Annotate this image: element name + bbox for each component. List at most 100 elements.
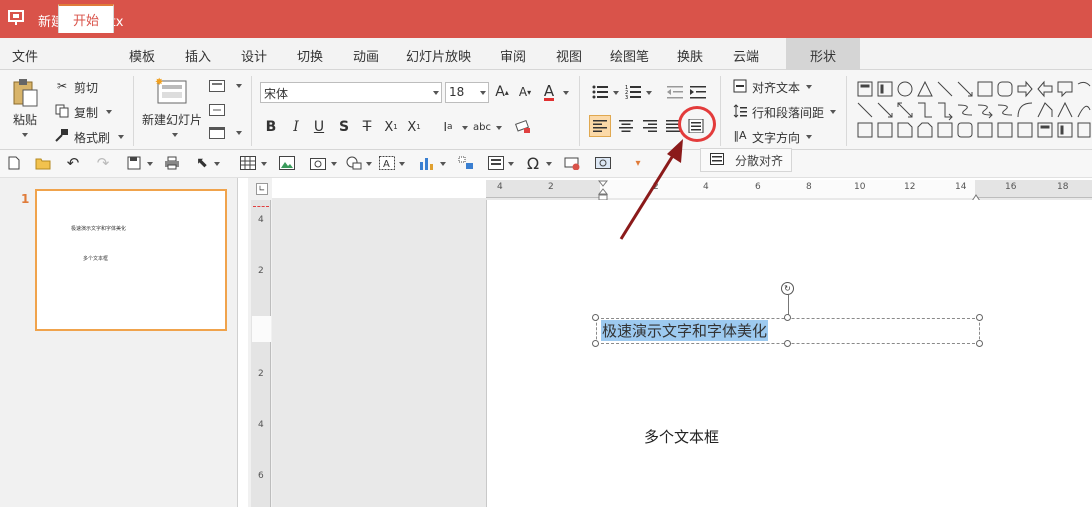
font-color-icon[interactable]: A <box>540 83 558 101</box>
line-spacing-icon[interactable] <box>732 103 748 119</box>
align-text-icon[interactable] <box>732 78 748 94</box>
slide-canvas[interactable] <box>486 200 1092 507</box>
bullet-list-icon[interactable] <box>592 84 608 100</box>
character-spacing-caret[interactable] <box>496 126 502 130</box>
shadow-icon[interactable]: S <box>337 119 351 135</box>
section-caret[interactable] <box>236 131 242 135</box>
textbox-caret[interactable] <box>399 162 405 166</box>
format-painter-caret[interactable] <box>118 135 124 139</box>
resize-handle[interactable] <box>784 314 791 321</box>
reading-view-icon[interactable] <box>594 155 612 171</box>
save-icon[interactable] <box>125 155 143 171</box>
shapes-gallery[interactable] <box>856 80 1092 142</box>
new-file-icon[interactable] <box>6 155 22 171</box>
save-caret[interactable] <box>147 162 153 166</box>
font-name-select[interactable]: 宋体 <box>260 82 442 103</box>
paste-dropdown-caret[interactable] <box>22 133 28 137</box>
decrease-font-icon[interactable]: A ▾ <box>517 84 533 100</box>
tab-review[interactable]: 审阅 <box>500 46 526 65</box>
align-left-icon[interactable] <box>589 115 611 137</box>
increase-indent-icon[interactable] <box>690 84 706 100</box>
insert-shape-icon[interactable] <box>345 155 363 171</box>
screenshot-caret[interactable] <box>331 162 337 166</box>
increase-font-icon[interactable]: A ▴ <box>494 84 510 100</box>
numbered-list-icon[interactable]: 123 <box>625 84 641 100</box>
new-slide-label[interactable]: 新建幻灯片 <box>142 111 202 128</box>
paste-icon[interactable] <box>10 78 40 108</box>
text-direction-icon[interactable]: ‖A <box>732 127 748 143</box>
text-effects-caret[interactable] <box>462 126 468 130</box>
line-spacing-label[interactable]: 行和段落间距 <box>752 104 824 121</box>
font-color-caret[interactable] <box>563 91 569 95</box>
vertical-ruler[interactable]: 4 2 0 2 4 6 <box>251 200 271 507</box>
selected-text[interactable]: 极速演示文字和字体美化 <box>601 320 769 341</box>
subscript-icon[interactable]: X1 <box>382 119 400 135</box>
resize-handle[interactable] <box>592 314 599 321</box>
section-icon[interactable] <box>208 126 226 140</box>
tab-insert[interactable]: 插入 <box>185 46 211 65</box>
tab-slideshow[interactable]: 幻灯片放映 <box>406 46 471 65</box>
tab-design[interactable]: 设计 <box>241 46 267 65</box>
align-center-icon[interactable] <box>615 115 637 137</box>
insert-slide-content-caret[interactable] <box>508 162 514 166</box>
tab-drawing-pen[interactable]: 绘图笔 <box>610 46 649 65</box>
insert-picture-icon[interactable] <box>278 155 296 171</box>
tab-template[interactable]: 模板 <box>129 46 155 65</box>
insert-chart-caret[interactable] <box>440 162 446 166</box>
line-spacing-caret[interactable] <box>830 110 836 114</box>
paste-label[interactable]: 粘贴 <box>13 111 37 128</box>
strikethrough-icon[interactable]: T <box>360 119 374 135</box>
text-effects-icon[interactable]: Ia <box>438 119 458 135</box>
tab-home[interactable]: 开始 <box>58 4 114 33</box>
italic-icon[interactable]: I <box>289 119 303 135</box>
font-name-caret[interactable] <box>433 91 439 95</box>
underline-icon[interactable]: U <box>312 119 326 135</box>
tab-cloud[interactable]: 云端 <box>733 46 759 65</box>
new-slide-icon[interactable]: ✸ <box>154 76 190 106</box>
bold-icon[interactable]: B <box>264 119 278 135</box>
tab-skin[interactable]: 换肤 <box>677 46 703 65</box>
cut-label[interactable]: 剪切 <box>74 79 98 96</box>
slide-textbox-2[interactable]: 多个文本框 <box>644 426 719 447</box>
decrease-indent-icon[interactable] <box>667 84 683 100</box>
align-right-icon[interactable] <box>639 115 661 137</box>
insert-slide-content-icon[interactable] <box>487 155 505 171</box>
open-folder-icon[interactable] <box>34 155 52 171</box>
scissors-icon[interactable]: ✂ <box>54 78 70 94</box>
insert-table-icon[interactable] <box>239 155 257 171</box>
new-slide-caret[interactable] <box>172 133 178 137</box>
align-text-caret[interactable] <box>806 85 812 89</box>
screenshot-icon[interactable] <box>309 155 327 171</box>
clear-format-icon[interactable] <box>514 118 532 136</box>
select-pointer-icon[interactable]: ⬉ <box>194 155 210 171</box>
indent-marker[interactable] <box>597 180 609 202</box>
resize-handle[interactable] <box>976 340 983 347</box>
smartart-icon[interactable] <box>457 155 475 171</box>
copy-icon[interactable] <box>54 103 70 119</box>
slideshow-start-icon[interactable] <box>563 155 581 171</box>
tab-transition[interactable]: 切换 <box>297 46 323 65</box>
resize-handle[interactable] <box>976 314 983 321</box>
tab-view[interactable]: 视图 <box>556 46 582 65</box>
tab-animation[interactable]: 动画 <box>353 46 379 65</box>
select-caret[interactable] <box>214 162 220 166</box>
bullet-list-caret[interactable] <box>613 91 619 95</box>
resize-handle[interactable] <box>784 340 791 347</box>
text-direction-label[interactable]: 文字方向 <box>752 129 800 146</box>
align-text-label[interactable]: 对齐文本 <box>752 79 800 96</box>
redo-icon[interactable]: ↷ <box>94 154 112 172</box>
tab-shape[interactable]: 形状 <box>810 46 836 65</box>
numbered-list-caret[interactable] <box>646 91 652 95</box>
rotation-handle-icon[interactable]: ↻ <box>781 282 794 295</box>
font-size-caret[interactable] <box>480 91 486 95</box>
insert-table-caret[interactable] <box>261 162 267 166</box>
character-spacing-icon[interactable]: abc <box>472 119 492 135</box>
insert-chart-icon[interactable] <box>418 155 436 171</box>
layout-icon[interactable] <box>208 79 226 93</box>
format-painter-label[interactable]: 格式刷 <box>74 129 110 146</box>
copy-label[interactable]: 复制 <box>74 104 98 121</box>
reset-slide-icon[interactable] <box>208 103 226 117</box>
layout-caret[interactable] <box>236 84 242 88</box>
tab-stop-selector[interactable]: ∟ <box>256 183 268 195</box>
symbol-caret[interactable] <box>546 162 552 166</box>
